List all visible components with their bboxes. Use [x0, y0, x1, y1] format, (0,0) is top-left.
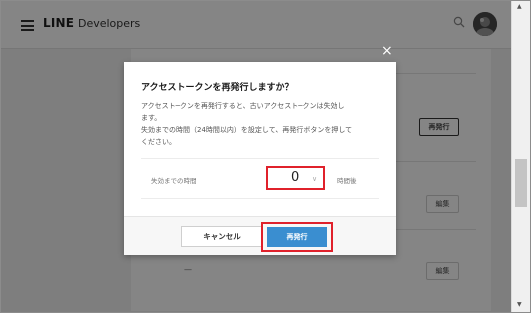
dialog-description: アクセスト─クンを再発行すると、古いアクセスト─クンは失効し ます。 失効までの… [141, 100, 381, 148]
expiry-hours-select[interactable]: 0 ∨ [266, 166, 325, 190]
description-line: 失効までの時間（24時間以内）を設定して、再発行ボタンを押して [141, 126, 353, 134]
description-line: ください。 [141, 138, 176, 146]
description-line: ます。 [141, 114, 162, 122]
reissue-button-highlight: 再発行 [261, 222, 333, 252]
expiry-unit-label: 時間後 [337, 177, 357, 185]
divider [141, 158, 379, 159]
close-icon[interactable]: × [381, 44, 393, 58]
scroll-down-arrow-icon[interactable]: ▼ [517, 301, 522, 308]
reissue-dialog: アクセストークンを再発行しますか？ アクセスト─クンを再発行すると、古いアクセス… [124, 62, 396, 255]
scrollbar[interactable]: ▲ ▼ [511, 1, 530, 312]
dialog-footer: キャンセル 再発行 [124, 217, 396, 255]
divider [141, 198, 379, 199]
scroll-up-arrow-icon[interactable]: ▲ [517, 3, 522, 10]
dialog-title: アクセストークンを再発行しますか？ [141, 83, 294, 93]
description-line: アクセスト─クンを再発行すると、古いアクセスト─クンは失効し [141, 102, 345, 110]
expiry-hours-value: 0 [291, 170, 300, 185]
reissue-button[interactable]: 再発行 [267, 227, 327, 247]
scroll-thumb[interactable] [515, 159, 527, 207]
chevron-down-icon: ∨ [312, 175, 318, 183]
app-window: LINE Developers 再発行 編集 編集 — ▲ ▼ × アクセストー… [0, 0, 531, 313]
expiry-field-label: 失効までの時間 [151, 177, 197, 185]
cancel-button[interactable]: キャンセル [181, 226, 263, 247]
